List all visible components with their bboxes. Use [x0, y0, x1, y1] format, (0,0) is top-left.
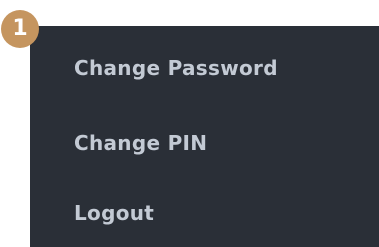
account-dropdown-menu: Change Password Change PIN Logout: [30, 26, 379, 247]
step-number-badge: 1: [1, 10, 39, 48]
screenshot-stage: Change Password Change PIN Logout 1: [0, 0, 379, 247]
change-pin-menu-item[interactable]: Change PIN: [74, 131, 207, 155]
logout-menu-item[interactable]: Logout: [74, 201, 154, 225]
change-password-menu-item[interactable]: Change Password: [74, 56, 278, 80]
